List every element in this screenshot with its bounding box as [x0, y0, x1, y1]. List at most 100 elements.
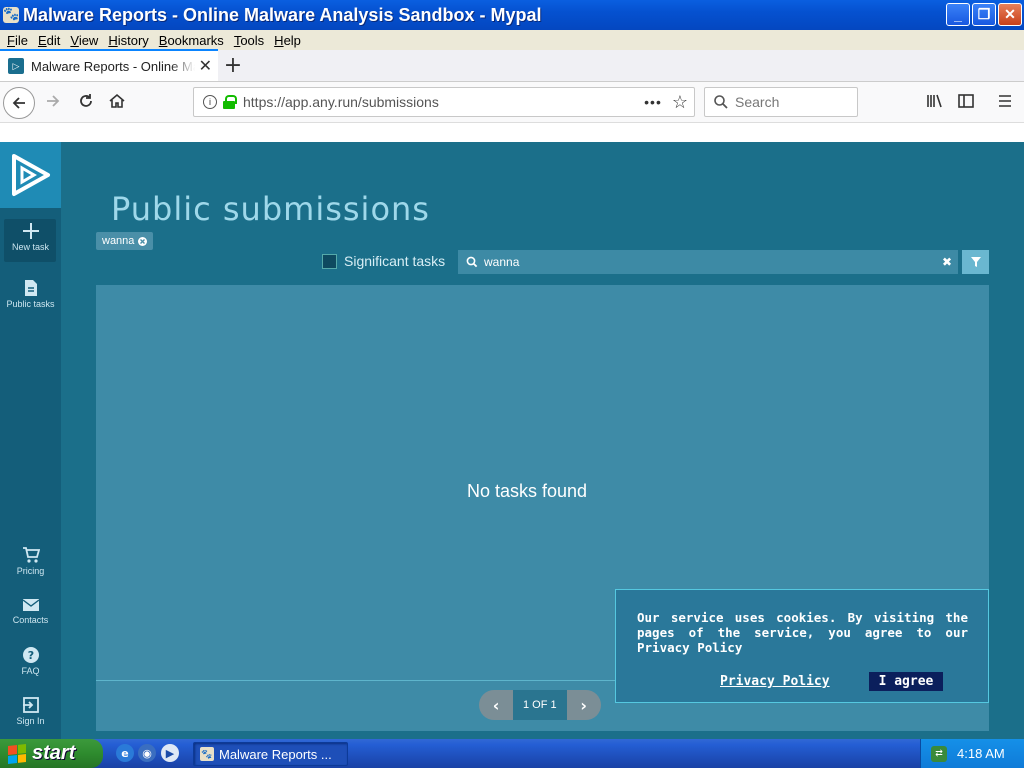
- internet-explorer-icon[interactable]: e: [116, 744, 134, 762]
- window-title: Malware Reports - Online Malware Analysi…: [23, 4, 542, 25]
- maximize-button[interactable]: ❐: [972, 3, 996, 26]
- significant-tasks-checkbox[interactable]: [322, 254, 337, 269]
- search-input-value[interactable]: wanna: [484, 255, 942, 269]
- media-player-icon[interactable]: ▶: [161, 744, 179, 762]
- content-top-gap: [0, 123, 1024, 142]
- tab-malware-reports[interactable]: ▷ Malware Reports - Online Malware Analy…: [0, 49, 218, 81]
- mypal-quicklaunch-icon[interactable]: ◉: [138, 744, 156, 762]
- menu-tools[interactable]: Tools: [229, 33, 269, 48]
- new-tab-button[interactable]: +: [218, 49, 248, 81]
- cookie-actions: Privacy Policy I agree: [720, 672, 944, 691]
- remove-filter-icon[interactable]: [138, 236, 148, 246]
- bookmark-star-icon[interactable]: ☆: [672, 92, 688, 113]
- hamburger-menu-button[interactable]: [995, 92, 1015, 115]
- privacy-policy-link[interactable]: Privacy Policy: [720, 674, 830, 689]
- window-titlebar: 🐾 Malware Reports - Online Malware Analy…: [0, 0, 1024, 30]
- sidebar-item-label: New task: [11, 242, 49, 252]
- menu-view[interactable]: View: [65, 33, 103, 48]
- empty-results-message: No tasks found: [466, 481, 588, 501]
- sidebar-item-pricing[interactable]: Pricing: [0, 546, 61, 576]
- windows-taskbar: start e ◉ ▶ 🐾 Malware Reports ... ⇄ 4:18…: [0, 739, 1024, 768]
- sidebar-item-sign-in[interactable]: Sign In: [0, 696, 61, 726]
- submissions-search-input[interactable]: wanna ✖: [458, 250, 958, 274]
- sidebar-item-new-task[interactable]: New task: [0, 222, 61, 252]
- url-text[interactable]: https://app.any.run/submissions: [243, 94, 644, 110]
- sidebar-item-label: Pricing: [16, 566, 45, 576]
- back-button[interactable]: [3, 87, 35, 119]
- sign-in-icon: [22, 697, 39, 713]
- cookie-banner: Our service uses cookies. By visiting th…: [615, 589, 989, 703]
- next-page-button[interactable]: ›: [566, 690, 601, 720]
- anyrun-logo[interactable]: [0, 142, 61, 208]
- plus-icon: [22, 223, 39, 239]
- sidebar-item-contacts[interactable]: Contacts: [0, 597, 61, 625]
- question-icon: ?: [22, 647, 39, 663]
- back-arrow-icon: [12, 97, 25, 109]
- search-icon: [466, 256, 478, 268]
- forward-arrow-icon: [47, 95, 60, 107]
- windows-flag-icon: [8, 743, 26, 764]
- close-button[interactable]: ✕: [998, 3, 1022, 26]
- taskbar-item-malware-reports[interactable]: 🐾 Malware Reports ...: [193, 742, 348, 766]
- app-sidebar: New task Public tasks Pricing Contacts ?…: [0, 142, 61, 739]
- page-indicator: 1 OF 1: [513, 690, 567, 720]
- clock: 4:18 AM: [957, 746, 1005, 761]
- tab-strip: ▷ Malware Reports - Online Malware Analy…: [0, 49, 1024, 82]
- browser-search-box[interactable]: Search: [704, 87, 858, 117]
- menu-bar: File Edit View History Bookmarks Tools H…: [0, 30, 1024, 50]
- start-button[interactable]: start: [0, 739, 103, 768]
- svg-text:?: ?: [27, 649, 33, 662]
- clear-search-icon[interactable]: ✖: [942, 255, 952, 269]
- page-actions-icon[interactable]: •••: [644, 94, 662, 110]
- mail-icon: [22, 599, 39, 611]
- filter-chip[interactable]: wanna: [96, 232, 154, 250]
- search-placeholder: Search: [735, 94, 780, 110]
- system-tray: ⇄ 4:18 AM: [920, 739, 1024, 768]
- mypal-app-icon: 🐾: [3, 7, 20, 23]
- network-icon[interactable]: ⇄: [931, 745, 947, 762]
- prev-page-button[interactable]: ‹: [479, 690, 513, 720]
- home-button[interactable]: [107, 92, 127, 115]
- url-bar[interactable]: i https://app.any.run/submissions ••• ☆: [193, 87, 695, 117]
- lock-icon: [223, 95, 237, 109]
- tab-title: Malware Reports - Online Malware Analysi…: [31, 58, 195, 74]
- significant-tasks-label: Significant tasks: [344, 253, 446, 269]
- sidebar-item-faq[interactable]: ? FAQ: [0, 646, 61, 676]
- cart-icon: [22, 547, 40, 563]
- filter-chip-label: wanna: [102, 235, 135, 247]
- search-icon: [714, 95, 728, 109]
- menu-file[interactable]: File: [2, 33, 33, 48]
- page-title: Public submissions: [111, 190, 430, 228]
- info-icon[interactable]: i: [203, 95, 217, 109]
- sidebar-toggle-icon: [958, 94, 974, 108]
- agree-button[interactable]: I agree: [868, 672, 944, 691]
- sidebar-item-label: Contacts: [12, 615, 49, 625]
- minimize-button[interactable]: _: [946, 3, 970, 26]
- filter-funnel-icon: [970, 257, 981, 267]
- menu-bookmarks[interactable]: Bookmarks: [154, 33, 229, 48]
- anyrun-favicon: ▷: [8, 58, 24, 74]
- sidebar-item-public-tasks[interactable]: Public tasks: [0, 279, 61, 309]
- reload-icon: [80, 94, 92, 107]
- document-icon: [24, 280, 37, 296]
- menu-help[interactable]: Help: [269, 33, 306, 48]
- reload-button[interactable]: [76, 92, 96, 115]
- taskbar-item-label: Malware Reports ...: [219, 746, 332, 762]
- start-label: start: [32, 742, 76, 764]
- navigation-bar: i https://app.any.run/submissions ••• ☆ …: [0, 82, 1024, 123]
- sidebar-item-label: FAQ: [21, 666, 40, 676]
- tab-close-icon[interactable]: ✕: [199, 56, 212, 76]
- filter-button[interactable]: [962, 250, 989, 274]
- menu-edit[interactable]: Edit: [33, 33, 65, 48]
- sidebar-toggle-button[interactable]: [956, 92, 976, 115]
- main-content: Public submissions wanna Significant tas…: [61, 142, 1024, 739]
- menu-history[interactable]: History: [103, 33, 153, 48]
- library-button[interactable]: [924, 92, 944, 115]
- cookie-message: Our service uses cookies. By visiting th…: [637, 610, 968, 655]
- forward-button[interactable]: [43, 92, 63, 115]
- pagination: ‹ 1 OF 1 ›: [479, 690, 601, 720]
- home-icon: [109, 93, 125, 108]
- sidebar-item-label: Sign In: [16, 716, 45, 726]
- sidebar-item-label: Public tasks: [6, 299, 55, 309]
- mypal-app-icon: 🐾: [200, 747, 214, 761]
